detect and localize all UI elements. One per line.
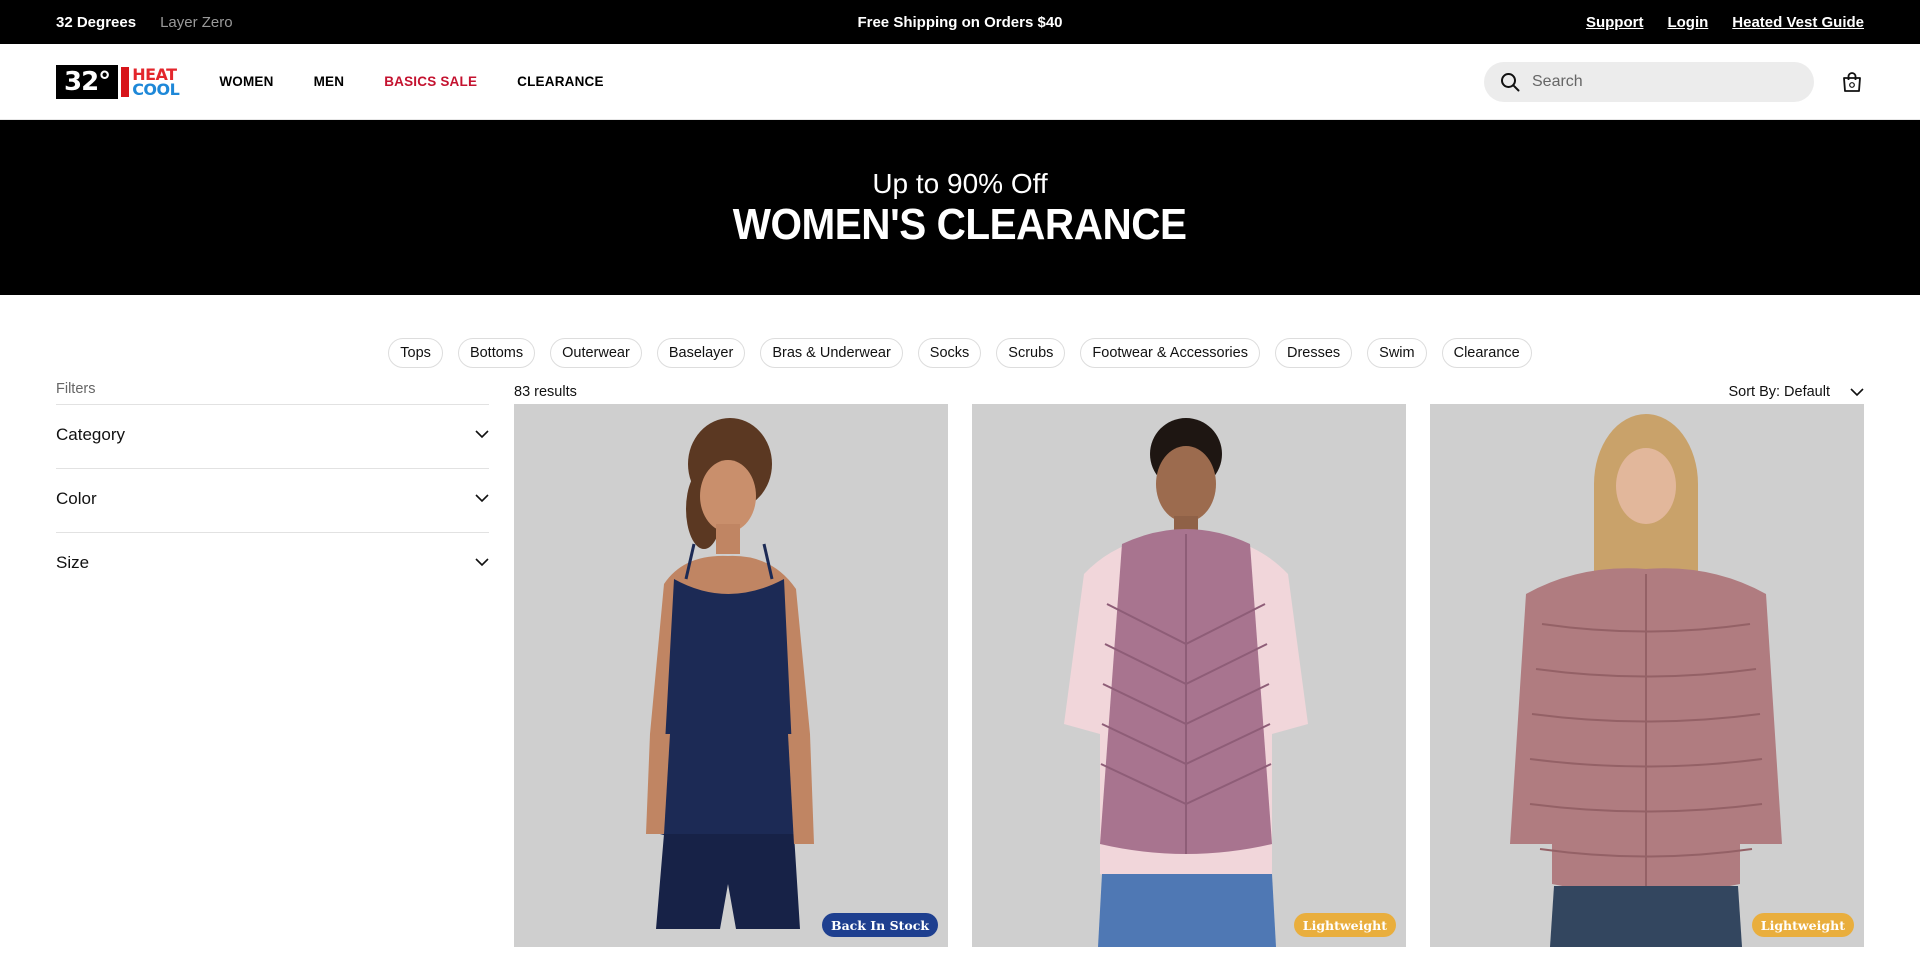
product-badge: Lightweight — [1751, 913, 1854, 937]
nav-women[interactable]: WOMEN — [219, 74, 273, 89]
chevron-down-icon — [475, 494, 489, 503]
filter-size[interactable]: Size — [56, 532, 489, 596]
nav-men[interactable]: MEN — [314, 74, 345, 89]
search-bar[interactable] — [1484, 61, 1814, 102]
filters-panel: Filters Category Color Size — [56, 380, 489, 947]
hero-title: WOMEN'S CLEARANCE — [733, 199, 1187, 249]
chip-scrubs[interactable]: Scrubs — [996, 338, 1066, 368]
filter-category[interactable]: Category — [56, 404, 489, 468]
sort-label: Sort By: Default — [1728, 384, 1830, 400]
logo-stripe — [121, 66, 130, 97]
chip-baselayer[interactable]: Baselayer — [656, 338, 746, 368]
logo-word-cool: COOL — [132, 79, 180, 99]
logo-number: 32° — [56, 64, 119, 99]
filter-color[interactable]: Color — [56, 468, 489, 532]
heated-vest-guide-link[interactable]: Heated Vest Guide — [1732, 14, 1864, 31]
chevron-down-icon — [475, 558, 489, 567]
results-section: 83 results Sort By: Default Back In Stoc… — [514, 380, 1864, 947]
main-header: 32° HEAT COOL WOMEN MEN BASICS SALE CLEA… — [0, 44, 1920, 120]
filter-name: Category — [56, 424, 125, 444]
chip-clearance[interactable]: Clearance — [1441, 338, 1532, 368]
chip-outerwear[interactable]: Outerwear — [550, 338, 642, 368]
product-image — [514, 404, 948, 947]
category-chips: Tops Bottoms Outerwear Baselayer Bras & … — [0, 338, 1920, 368]
product-image — [972, 404, 1406, 947]
results-bar: 83 results Sort By: Default — [514, 380, 1864, 404]
chip-tops[interactable]: Tops — [388, 338, 443, 368]
search-icon — [1501, 72, 1520, 91]
nav-basics-sale[interactable]: BASICS SALE — [384, 74, 477, 89]
filter-name: Color — [56, 488, 97, 508]
product-badge: Lightweight — [1293, 913, 1396, 937]
search-input[interactable] — [1532, 72, 1798, 91]
hero-banner: Up to 90% Off WOMEN'S CLEARANCE — [0, 120, 1920, 295]
utility-links: Support Login Heated Vest Guide — [1586, 14, 1864, 31]
shopping-bag-button[interactable] — [1840, 70, 1864, 94]
brand-switcher: 32 Degrees Layer Zero — [56, 14, 233, 31]
logo-wordmark: HEAT COOL — [132, 66, 180, 99]
chip-footwear-accessories[interactable]: Footwear & Accessories — [1080, 338, 1260, 368]
chip-swim[interactable]: Swim — [1367, 338, 1427, 368]
chip-bras-underwear[interactable]: Bras & Underwear — [760, 338, 903, 368]
shopping-bag-icon — [1843, 71, 1861, 92]
utility-bar: 32 Degrees Layer Zero Free Shipping on O… — [0, 0, 1920, 44]
main-nav: WOMEN MEN BASICS SALE CLEARANCE — [219, 74, 603, 89]
brand-layer-zero[interactable]: Layer Zero — [160, 14, 233, 31]
product-grid: Back In Stock Lightweight Lightweight — [514, 404, 1864, 947]
chevron-down-icon — [475, 430, 489, 439]
product-card[interactable]: Back In Stock — [514, 404, 948, 947]
brand-32-degrees[interactable]: 32 Degrees — [56, 14, 136, 31]
support-link[interactable]: Support — [1586, 14, 1644, 31]
product-card[interactable]: Lightweight — [1430, 404, 1864, 947]
promo-banner: Free Shipping on Orders $40 — [857, 13, 1063, 31]
product-badge: Back In Stock — [822, 913, 938, 937]
product-card[interactable]: Lightweight — [972, 404, 1406, 947]
sort-dropdown[interactable]: Sort By: Default — [1728, 383, 1864, 401]
filter-name: Size — [56, 552, 90, 572]
chip-dresses[interactable]: Dresses — [1274, 338, 1353, 368]
product-image — [1430, 404, 1864, 947]
listing-content: Filters Category Color Size 83 results S… — [0, 380, 1920, 947]
chip-socks[interactable]: Socks — [917, 338, 982, 368]
hero-subtitle: Up to 90% Off — [872, 167, 1048, 199]
site-logo[interactable]: 32° HEAT COOL — [56, 64, 180, 99]
results-count: 83 results — [514, 384, 577, 400]
nav-clearance[interactable]: CLEARANCE — [517, 74, 604, 89]
chevron-down-icon — [1850, 387, 1864, 396]
filters-label: Filters — [56, 381, 96, 397]
chip-bottoms[interactable]: Bottoms — [457, 338, 536, 368]
login-link[interactable]: Login — [1667, 14, 1708, 31]
